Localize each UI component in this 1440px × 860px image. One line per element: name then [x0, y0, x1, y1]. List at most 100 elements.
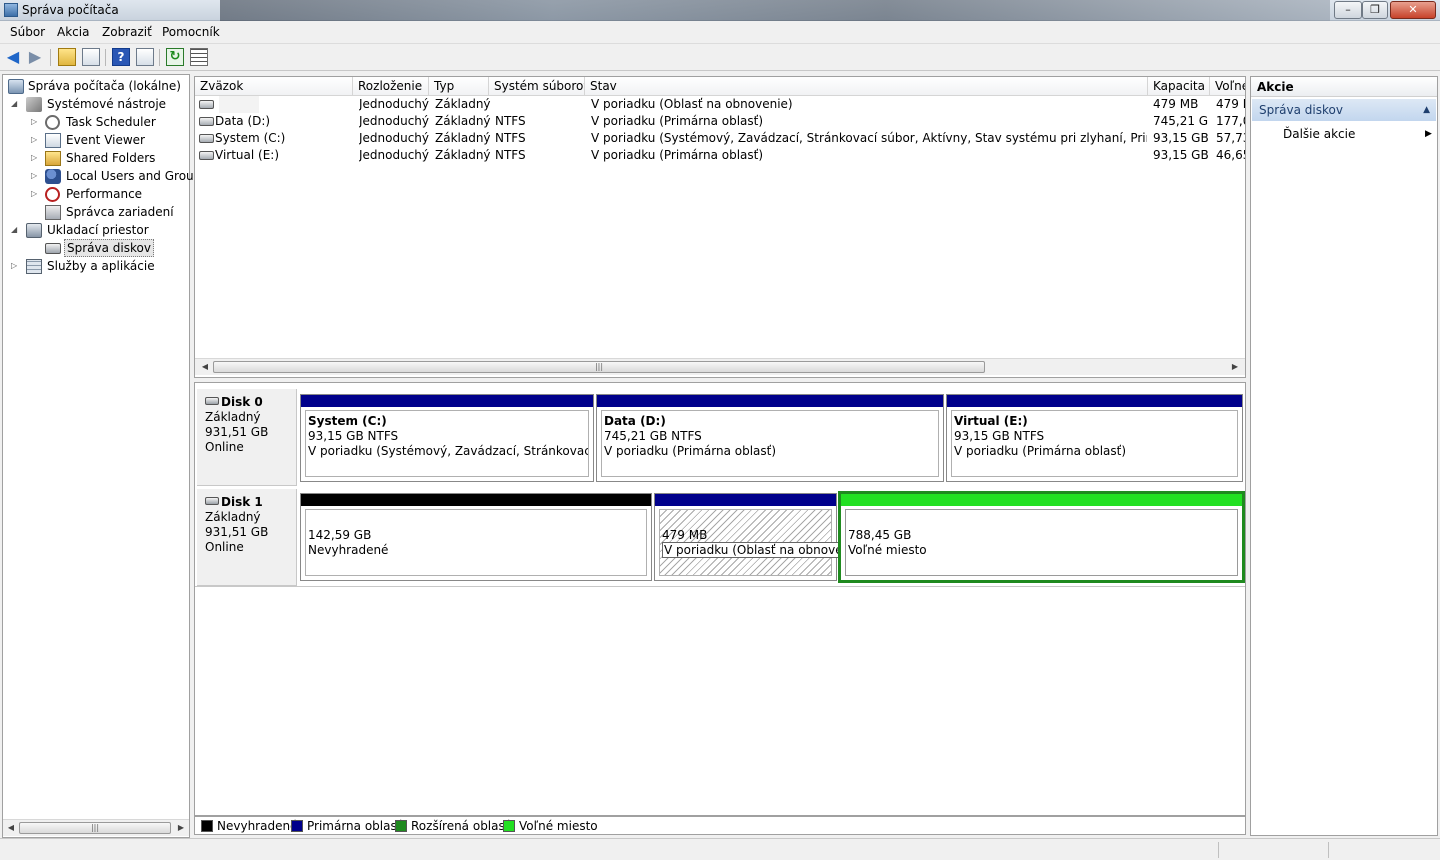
menu-file[interactable]: Súbor	[10, 25, 45, 39]
disk-view-separator	[195, 586, 1245, 587]
expand-arrow-icon[interactable]: ▷	[11, 257, 20, 275]
back-arrow-icon[interactable]: ◀	[4, 48, 22, 66]
collapse-arrow-icon[interactable]: ◢	[11, 95, 20, 113]
up-folder-icon[interactable]	[58, 48, 76, 66]
volume-list: Zväzok Rozloženie Typ Systém súborov Sta…	[194, 76, 1246, 378]
properties-icon[interactable]	[190, 48, 208, 66]
event-viewer-icon	[45, 133, 61, 148]
table-row[interactable]: Virtual (E:) Jednoduchý Základný NTFS V …	[195, 147, 1245, 164]
services-icon	[26, 259, 42, 274]
actions-section-disk-management[interactable]: Správa diskov ▲	[1252, 99, 1436, 121]
legend-swatch	[503, 820, 515, 832]
disk-icon	[205, 397, 219, 405]
recovery-partition-status: V poriadku (Oblasť na obnovenie)	[662, 542, 868, 558]
help-icon[interactable]: ?	[112, 48, 130, 66]
scroll-left-icon[interactable]: ◀	[3, 820, 19, 836]
disk-0-header[interactable]: Disk 0 Základný 931,51 GB Online	[197, 389, 297, 486]
expand-arrow-icon[interactable]: ▷	[31, 185, 40, 203]
tree-item-storage[interactable]: ◢ Ukladací priestor	[5, 221, 189, 239]
tree-item-system-tools[interactable]: ◢ Systémové nástroje	[5, 95, 189, 113]
scrollbar-thumb[interactable]: |||	[19, 822, 171, 834]
computer-icon	[8, 79, 24, 94]
primary-partition-bar	[947, 395, 1242, 407]
legend-primary: Primárna oblasť	[291, 819, 401, 834]
tree-horizontal-scrollbar[interactable]: ◀ ||| ▶	[3, 819, 189, 836]
table-row[interactable]: Data (D:) Jednoduchý Základný NTFS V por…	[195, 113, 1245, 130]
tree-item-device-manager[interactable]: Správca zariadení	[5, 203, 189, 221]
menu-bar: Súbor Akcia Zobraziť Pomocník	[0, 22, 1440, 44]
tree-item-shared-folders[interactable]: ▷ Shared Folders	[5, 149, 189, 167]
show-hide-tree-icon[interactable]	[82, 48, 100, 66]
expand-arrow-icon[interactable]: ▷	[31, 131, 40, 149]
tree-item-disk-management[interactable]: Správa diskov	[5, 239, 189, 257]
collapse-section-icon[interactable]: ▲	[1423, 99, 1430, 121]
volume-icon	[199, 151, 214, 160]
unallocated-bar	[301, 494, 651, 506]
expand-arrow-icon[interactable]: ▷	[31, 113, 40, 131]
menu-help[interactable]: Pomocník	[162, 25, 220, 39]
legend-unallocated: Nevyhradené	[201, 819, 297, 834]
legend-swatch	[291, 820, 303, 832]
show-hide-action-pane-icon[interactable]	[136, 48, 154, 66]
scroll-right-icon[interactable]: ▶	[1227, 359, 1243, 375]
expand-arrow-icon[interactable]: ▷	[31, 149, 40, 167]
submenu-arrow-icon[interactable]: ▶	[1425, 125, 1432, 143]
menu-action[interactable]: Akcia	[57, 25, 89, 39]
legend-extended: Rozšírená oblasť	[395, 819, 509, 834]
partition-unallocated[interactable]: 142,59 GB Nevyhradené	[300, 493, 652, 581]
tools-icon	[26, 97, 42, 112]
partition-free-space[interactable]: 788,45 GB Voľné miesto	[838, 491, 1245, 583]
close-button[interactable]: ✕	[1390, 1, 1436, 19]
forward-arrow-icon[interactable]: ▶	[26, 48, 44, 66]
expand-arrow-icon[interactable]: ▷	[31, 167, 40, 185]
table-row[interactable]: System (C:) Jednoduchý Základný NTFS V p…	[195, 130, 1245, 147]
column-type[interactable]: Typ	[429, 77, 489, 96]
column-file-system[interactable]: Systém súborov	[489, 77, 585, 96]
volume-icon	[199, 117, 214, 126]
scroll-left-icon[interactable]: ◀	[197, 359, 213, 375]
refresh-icon[interactable]: ↻	[166, 48, 184, 66]
title-bar-background	[220, 0, 1330, 21]
more-actions-item[interactable]: Ďalšie akcie	[1283, 125, 1355, 143]
minimize-button[interactable]: –	[1334, 1, 1362, 19]
actions-pane: Akcie Správa diskov ▲ Ďalšie akcie ▶	[1250, 76, 1438, 836]
menu-view[interactable]: Zobraziť	[102, 25, 152, 39]
partition-virtual-e[interactable]: Virtual (E:) 93,15 GB NTFS V poriadku (P…	[946, 394, 1243, 482]
clock-icon	[45, 115, 60, 130]
shared-folder-icon	[45, 151, 61, 166]
toolbar-separator	[50, 49, 51, 66]
tree-item-event-viewer[interactable]: ▷ Event Viewer	[5, 131, 189, 149]
toolbar-separator	[159, 49, 160, 66]
storage-icon	[26, 223, 42, 238]
tree-item-local-users[interactable]: ▷ Local Users and Groups	[5, 167, 208, 185]
device-manager-icon	[45, 205, 61, 220]
primary-partition-bar	[597, 395, 943, 407]
primary-partition-bar	[655, 494, 836, 506]
tree-item-services[interactable]: ▷ Služby a aplikácie	[5, 257, 189, 275]
console-tree: Správa počítača (lokálne) ◢ Systémové ná…	[2, 74, 208, 838]
tree-item-computer-management[interactable]: Správa počítača (lokálne)	[5, 77, 189, 95]
volume-icon	[199, 134, 214, 143]
volume-list-horizontal-scrollbar[interactable]: ◀ ||| ▶	[195, 358, 1245, 375]
collapse-arrow-icon[interactable]: ◢	[11, 221, 20, 239]
scroll-right-icon[interactable]: ▶	[173, 820, 189, 836]
legend-swatch	[395, 820, 407, 832]
volume-icon	[199, 100, 214, 109]
tree-item-task-scheduler[interactable]: ▷ Task Scheduler	[5, 113, 189, 131]
column-layout[interactable]: Rozloženie	[353, 77, 429, 96]
column-free[interactable]: Voľné	[1210, 77, 1245, 96]
partition-data-d[interactable]: Data (D:) 745,21 GB NTFS V poriadku (Pri…	[596, 394, 944, 482]
column-volume[interactable]: Zväzok	[195, 77, 353, 96]
column-capacity[interactable]: Kapacita	[1148, 77, 1210, 96]
scrollbar-thumb[interactable]: |||	[213, 361, 985, 373]
maximize-button[interactable]: ❐	[1362, 1, 1388, 19]
disk-1-header[interactable]: Disk 1 Základný 931,51 GB Online	[197, 489, 297, 586]
partition-recovery[interactable]: 479 MB V poriadku (Oblasť na obnovenie)	[654, 493, 868, 581]
partition-system-c[interactable]: System (C:) 93,15 GB NTFS V poriadku (Sy…	[300, 394, 594, 482]
title-bar: Správa počítača – ❐ ✕	[0, 0, 1440, 21]
disk-graphical-view: Disk 0 Základný 931,51 GB Online System …	[194, 382, 1246, 816]
column-status[interactable]: Stav	[585, 77, 1148, 96]
table-row[interactable]: Jednoduchý Základný V poriadku (Oblasť n…	[195, 96, 1245, 113]
computer-management-icon	[4, 3, 18, 17]
tree-item-performance[interactable]: ▷ Performance	[5, 185, 189, 203]
